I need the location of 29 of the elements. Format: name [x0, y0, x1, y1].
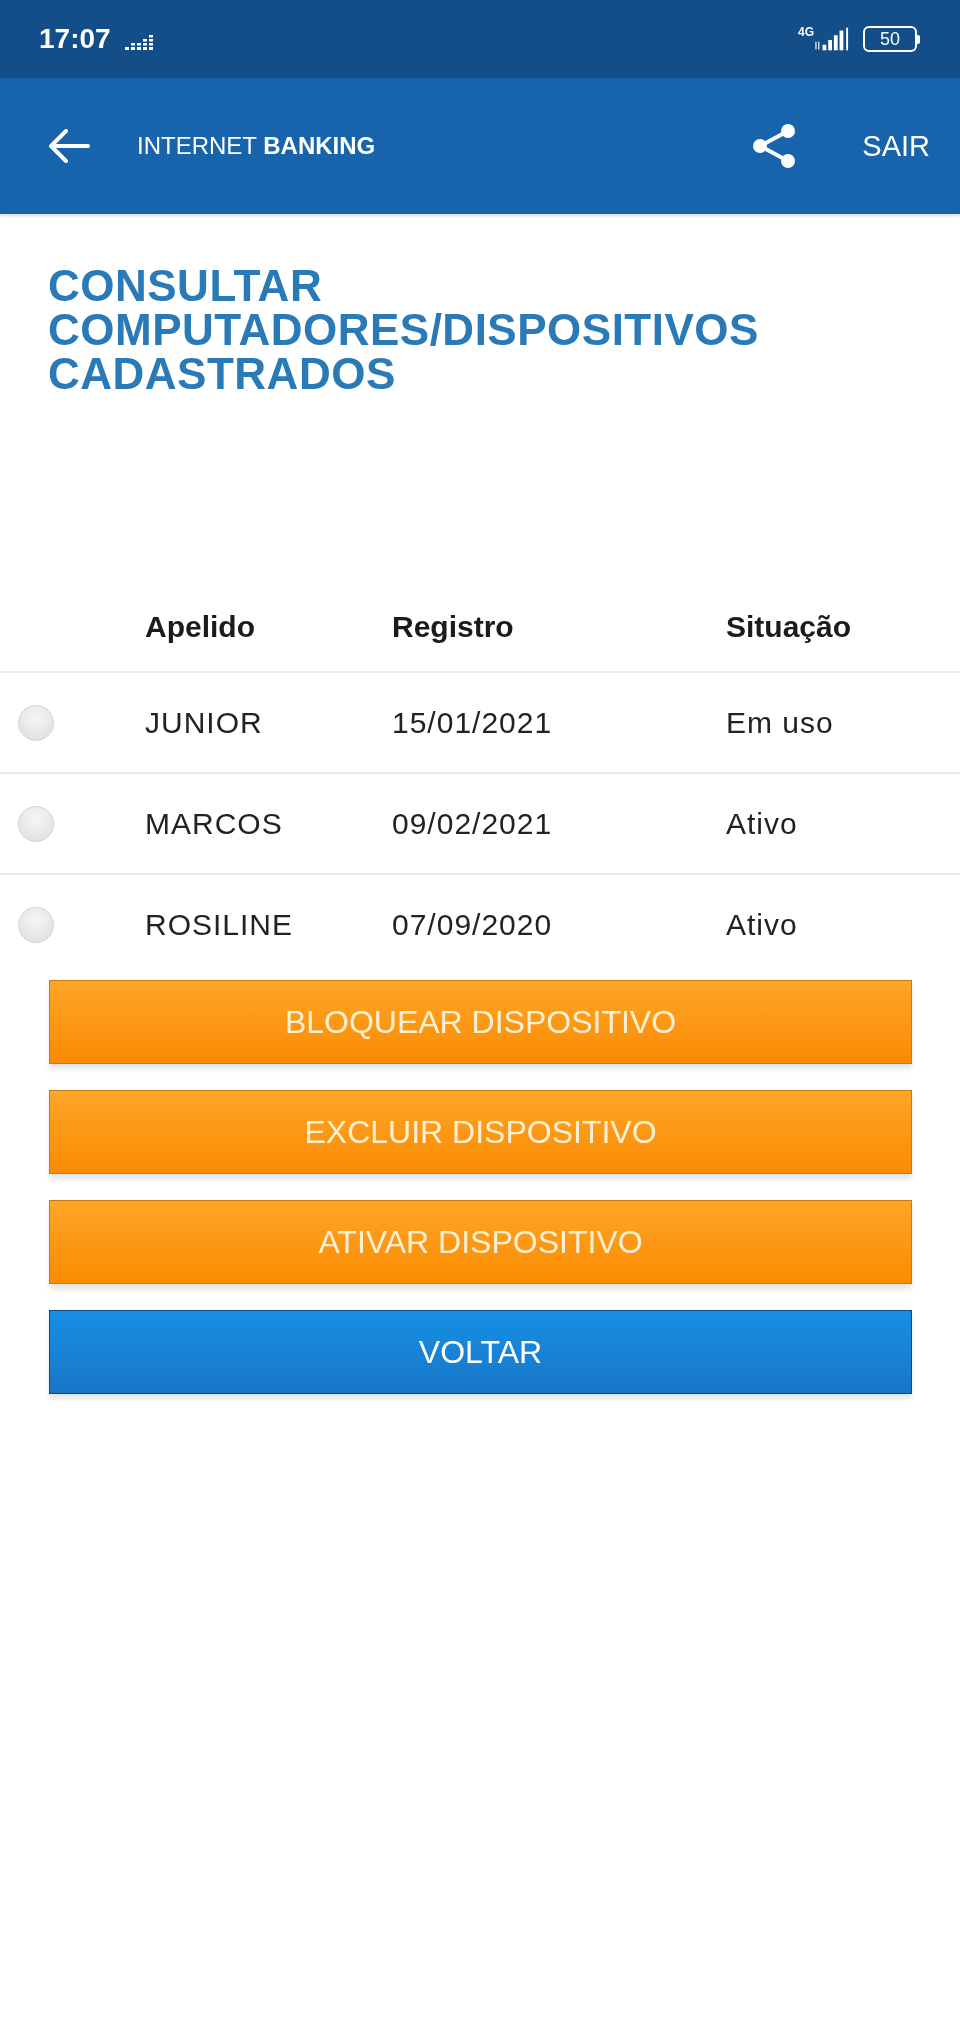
table-cell: JUNIOR [145, 705, 263, 740]
radio-button[interactable] [18, 805, 54, 842]
back-button[interactable]: VOLTAR [49, 1310, 912, 1394]
page-title: CONSULTAR COMPUTADORES/DISPOSITIVOS CADASTRADOS [48, 264, 760, 396]
table-cell: 15/01/2021 [392, 705, 553, 740]
radio-button[interactable] [18, 906, 54, 943]
table-cell: MARCOS [145, 806, 283, 841]
logout-button[interactable]: SAIR [862, 129, 930, 163]
back-arrow-icon[interactable] [48, 129, 90, 163]
column-header: Apelido [145, 609, 255, 644]
status-time: 17:07 [39, 23, 111, 55]
signal-icon [815, 27, 849, 51]
column-header: Situação [726, 609, 852, 644]
table-cell: Em uso [726, 705, 834, 740]
app-title: INTERNET BANKING [137, 132, 376, 160]
table-cell: 07/09/2020 [392, 907, 553, 942]
table-cell: Ativo [726, 806, 798, 841]
radio-button[interactable] [18, 704, 54, 741]
action-button[interactable]: ATIVAR DISPOSITIVO [49, 1200, 912, 1284]
equalizer-icon [124, 34, 155, 50]
network-type-label: 4G [798, 25, 814, 39]
column-header: Registro [392, 609, 514, 644]
share-icon[interactable] [751, 123, 798, 169]
action-button[interactable]: EXCLUIR DISPOSITIVO [49, 1090, 912, 1174]
action-button[interactable]: BLOQUEAR DISPOSITIVO [49, 980, 912, 1064]
table-cell: Ativo [726, 907, 798, 942]
table-cell: ROSILINE [145, 907, 294, 942]
table-cell: 09/02/2021 [392, 806, 553, 841]
battery-level: 50 [880, 30, 900, 48]
